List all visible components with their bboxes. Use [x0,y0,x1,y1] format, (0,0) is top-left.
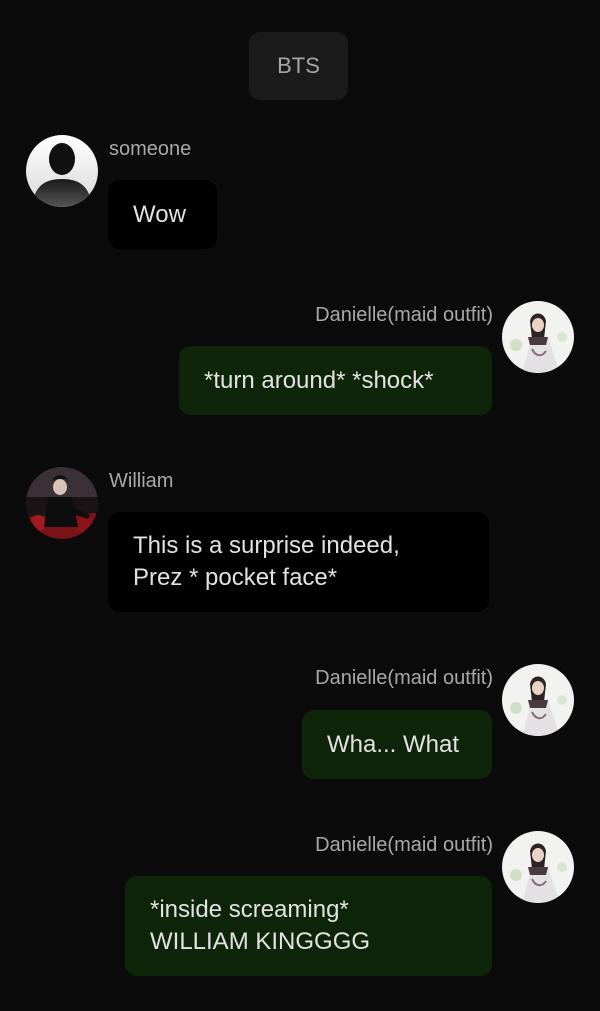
message-bubble[interactable]: Wow [108,180,217,249]
sender-name: someone [109,138,192,160]
message-bubble[interactable]: *turn around* *shock* [179,346,492,415]
maid-outfit-avatar-icon[interactable] [502,831,574,903]
sender-name: Danielle(maid outfit) [315,834,493,856]
sender-name: Danielle(maid outfit) [315,304,493,326]
sender-name: William [109,470,174,492]
message-bubble[interactable]: *inside screaming* WILLIAM KINGGGG [125,876,492,976]
message-bubble[interactable]: This is a surprise indeed, Prez * pocket… [108,512,489,612]
william-avatar-icon[interactable] [26,467,98,539]
chat-title[interactable]: BTS [249,32,348,100]
chat-screen: BTS someone Wow Danielle(maid outfit) *t… [0,0,600,1011]
maid-outfit-avatar-icon[interactable] [502,301,574,373]
message-bubble[interactable]: Wha... What [302,710,492,779]
sender-name: Danielle(maid outfit) [315,667,493,689]
maid-outfit-avatar-icon[interactable] [502,664,574,736]
silhouette-avatar-icon[interactable] [26,135,98,207]
